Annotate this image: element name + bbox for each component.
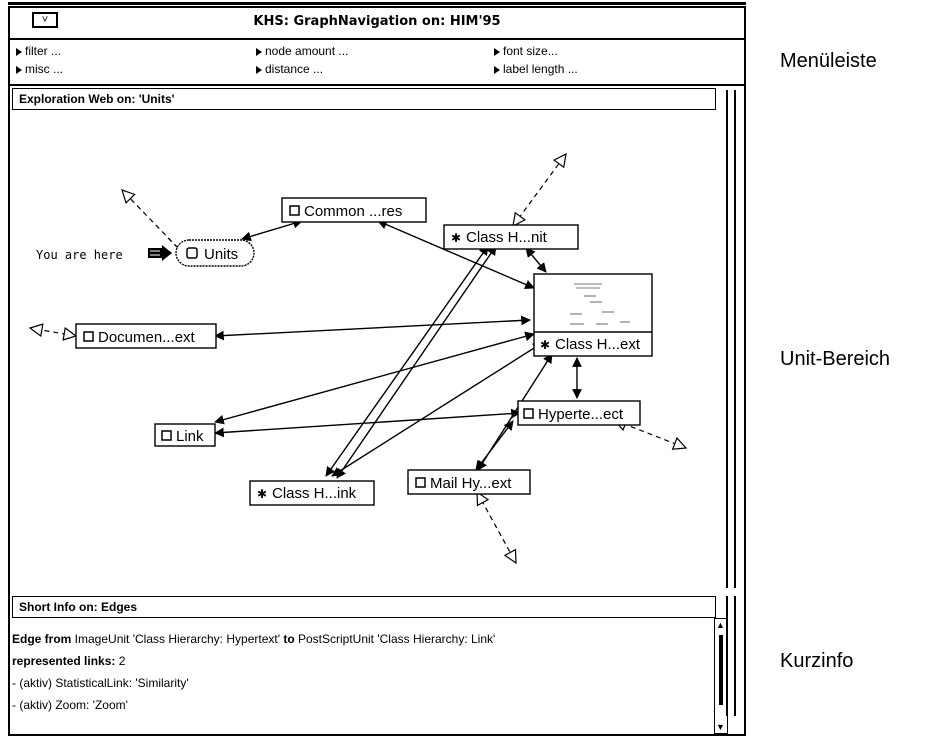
node-link[interactable]: Link (154, 423, 216, 447)
triangle-right-icon (256, 47, 262, 56)
menu-bar: filter ... node amount ... font size... … (10, 40, 744, 86)
info-line-links: represented links: 2 (12, 650, 702, 672)
node-class-h-ink[interactable]: ✱ Class H...ink (249, 480, 375, 506)
info-link-item: - (aktiv) StatisticalLink: 'Similarity' (12, 676, 189, 690)
star-icon: ✱ (451, 231, 461, 245)
menu-filter[interactable]: filter ... (16, 44, 61, 58)
menu-font-size-label: font size... (503, 44, 558, 58)
window-title: KHS: GraphNavigation on: HIM'95 (253, 14, 501, 29)
node-units[interactable]: Units (175, 239, 255, 267)
document-icon (161, 430, 172, 441)
node-label: Mail Hy...ext (430, 475, 512, 492)
document-icon (289, 205, 300, 216)
edge[interactable] (525, 247, 547, 273)
exploration-scrollbar[interactable] (726, 90, 736, 588)
node-label: Units (204, 246, 238, 263)
triangle-right-icon (16, 65, 22, 74)
annotation-unit: Unit-Bereich (780, 348, 891, 370)
info-body: Edge from ImageUnit 'Class Hierarchy: Hy… (12, 628, 702, 716)
external-edge[interactable] (513, 154, 566, 226)
menu-misc-label: misc ... (25, 62, 63, 76)
external-edge[interactable] (30, 328, 76, 336)
menu-label-length-label: label length ... (503, 62, 578, 76)
node-label: Documen...ext (98, 329, 196, 346)
edge[interactable] (325, 245, 489, 477)
external-edge[interactable] (167, 237, 179, 249)
menu-font-size[interactable]: font size... (494, 44, 558, 58)
document-icon (186, 247, 198, 259)
menu-distance-label: distance ... (265, 62, 324, 76)
exploration-header: Exploration Web on: 'Units' (12, 88, 716, 110)
document-icon (83, 331, 94, 342)
node-label: Class H...ext (555, 336, 641, 353)
menu-distance[interactable]: distance ... (256, 62, 323, 76)
info-line-edge: Edge from ImageUnit 'Class Hierarchy: Hy… (12, 628, 702, 650)
info-edge-target: PostScriptUnit 'Class Hierarchy: Link' (294, 632, 496, 646)
node-label: Link (176, 428, 204, 445)
scroll-down-icon[interactable]: ▼ (716, 722, 725, 732)
node-label: Hyperte...ect (538, 406, 624, 423)
info-scroll-thumb[interactable] (719, 635, 723, 705)
edge[interactable] (241, 218, 303, 242)
annotation-menu: Menüleiste (780, 50, 877, 72)
menu-filter-label: filter ... (25, 44, 62, 58)
info-edge-source: ImageUnit 'Class Hierarchy: Hypertext' (71, 632, 284, 646)
info-links-value: 2 (115, 654, 126, 668)
window-top-rule (8, 2, 746, 5)
info-links-label: represented links: (12, 654, 116, 668)
menu-node-amount-label: node amount ... (265, 44, 349, 58)
node-label: Class H...nit (466, 229, 548, 246)
menu-misc[interactable]: misc ... (16, 62, 63, 76)
you-are-here-label: You are here (36, 248, 123, 262)
node-documen[interactable]: Documen...ext (75, 323, 217, 349)
annotation-info: Kurzinfo (780, 650, 854, 672)
node-hyperte[interactable]: Hyperte...ect (517, 400, 641, 426)
info-edge-from: Edge from (12, 632, 72, 646)
document-icon (415, 477, 426, 488)
graph-edges (214, 218, 582, 479)
you-are-here-arrow-icon (148, 245, 172, 261)
external-edge[interactable] (477, 492, 516, 563)
triangle-right-icon (494, 47, 500, 56)
menu-node-amount[interactable]: node amount ... (256, 44, 348, 58)
title-bar: ˅ KHS: GraphNavigation on: HIM'95 (10, 8, 744, 40)
star-icon: ✱ (257, 487, 267, 501)
star-icon: ✱ (540, 338, 550, 352)
info-scrollbar[interactable]: ▲ ▼ (714, 618, 728, 734)
scroll-up-icon[interactable]: ▲ (716, 620, 725, 630)
node-common[interactable]: Common ...res (281, 197, 427, 223)
edge[interactable] (475, 420, 514, 471)
node-label: Common ...res (304, 203, 402, 220)
menu-label-length[interactable]: label length ... (494, 62, 578, 76)
node-label: Class H...ink (272, 485, 357, 502)
exploration-graph: You are here Units Common ...res ✱ Class… (10, 108, 710, 586)
edge[interactable] (214, 315, 531, 341)
edge[interactable] (336, 245, 497, 479)
node-class-h-ext[interactable]: ✱ Class H...ext (533, 273, 653, 357)
info-header: Short Info on: Edges (12, 596, 716, 618)
edge[interactable] (331, 342, 543, 477)
triangle-right-icon (494, 65, 500, 74)
node-class-h-nit[interactable]: ✱ Class H...nit (443, 224, 579, 250)
triangle-right-icon (256, 65, 262, 74)
triangle-right-icon (16, 47, 22, 56)
document-icon (523, 408, 534, 419)
info-link-item: - (aktiv) Zoom: 'Zoom' (12, 698, 128, 712)
info-edge-to: to (283, 632, 295, 646)
node-mail-hy[interactable]: Mail Hy...ext (407, 469, 531, 495)
